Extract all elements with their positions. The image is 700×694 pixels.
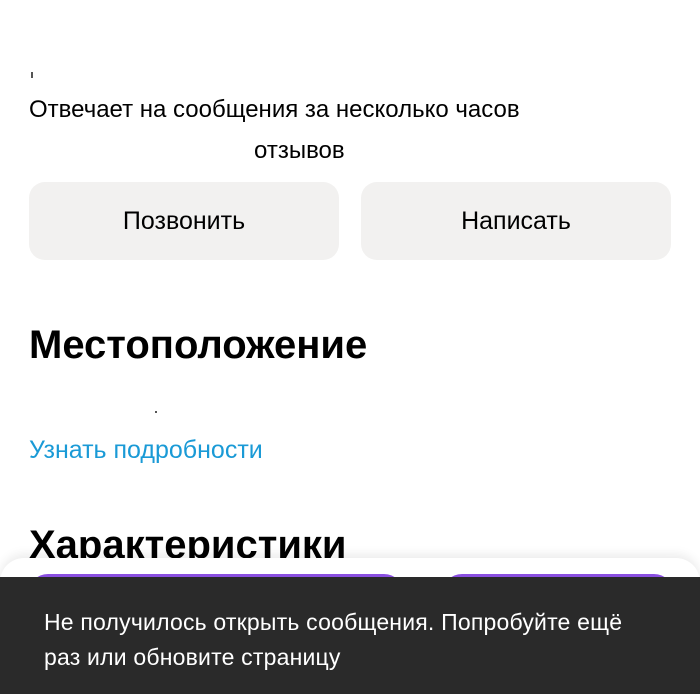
location-details-link[interactable]: Узнать подробности: [29, 435, 263, 465]
location-title: Местоположение: [29, 323, 368, 367]
toast-message: Не получилось открыть сообщения. Попробу…: [44, 609, 623, 670]
response-time-text: Отвечает на сообщения за несколько часов: [29, 96, 520, 123]
reviews-count-text: отзывов: [254, 137, 345, 164]
listing-page: Отвечает на сообщения за несколько часов…: [0, 0, 700, 694]
decorative-mark: [31, 72, 33, 78]
call-button[interactable]: Позвонить: [29, 182, 339, 260]
error-toast: Не получилось открыть сообщения. Попробу…: [0, 577, 700, 694]
write-button[interactable]: Написать: [361, 182, 671, 260]
decorative-mark: [155, 411, 157, 413]
